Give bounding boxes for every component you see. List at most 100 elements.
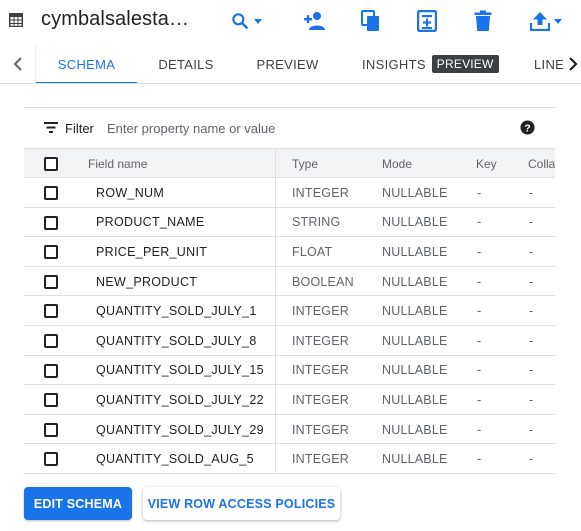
- key-cell: -: [477, 422, 482, 437]
- row-checkbox[interactable]: [44, 215, 58, 230]
- mode-cell: NULLABLE: [382, 363, 448, 378]
- share-button[interactable]: [303, 6, 327, 36]
- row-checkbox[interactable]: [44, 186, 58, 200]
- column-header-collation[interactable]: Colla: [528, 149, 555, 179]
- collation-cell: -: [529, 274, 534, 289]
- type-cell: INTEGER: [292, 185, 349, 200]
- svg-text:?: ?: [524, 123, 530, 134]
- search-dropdown-button[interactable]: [230, 6, 262, 36]
- column-divider: [275, 414, 276, 444]
- row-checkbox[interactable]: [44, 393, 58, 408]
- column-divider: [275, 296, 276, 325]
- mode-cell: NULLABLE: [382, 274, 448, 289]
- copy-button[interactable]: [361, 6, 381, 36]
- upload-icon: [530, 12, 550, 31]
- key-cell: -: [477, 244, 482, 259]
- tab-label: SCHEMA: [57, 56, 116, 72]
- collation-cell: -: [529, 244, 534, 259]
- tab-preview[interactable]: PREVIEW: [235, 44, 340, 83]
- collation-cell: -: [529, 333, 534, 348]
- row-checkbox[interactable]: [44, 452, 58, 467]
- collation-cell: -: [529, 304, 534, 319]
- type-cell: INTEGER: [292, 363, 349, 378]
- field-name-cell: QUANTITY_SOLD_JULY_22: [96, 392, 264, 407]
- field-name-cell: ROW_NUM: [96, 185, 165, 200]
- column-header-mode[interactable]: Mode: [382, 149, 412, 179]
- tab-details[interactable]: DETAILS: [137, 44, 235, 83]
- column-divider: [275, 444, 276, 473]
- mode-cell: NULLABLE: [382, 185, 448, 200]
- type-cell: INTEGER: [292, 422, 349, 437]
- column-header-field-name[interactable]: Field name: [88, 149, 147, 179]
- search-icon: [232, 13, 248, 29]
- field-name-cell: NEW_PRODUCT: [96, 274, 198, 289]
- column-divider: [275, 149, 276, 177]
- edit-schema-button[interactable]: EDIT SCHEMA: [24, 487, 132, 520]
- collation-cell: -: [529, 392, 534, 407]
- collation-cell: -: [529, 422, 534, 437]
- tab-scroll-left-button[interactable]: [0, 44, 36, 83]
- chevron-left-icon: [13, 57, 22, 71]
- type-cell: FLOAT: [292, 244, 333, 259]
- tab-insights[interactable]: INSIGHTS PREVIEW: [350, 44, 500, 83]
- table-row: ROW_NUM INTEGER NULLABLE - -: [24, 178, 555, 208]
- field-name-cell: PRODUCT_NAME: [96, 215, 205, 230]
- snapshot-button[interactable]: [417, 6, 437, 36]
- row-checkbox[interactable]: [44, 274, 58, 289]
- footer-actions: EDIT SCHEMA VIEW ROW ACCESS POLICIES: [0, 475, 581, 531]
- table-icon: [9, 13, 23, 27]
- table-title: cymbalsalesta…: [41, 8, 190, 30]
- chevron-down-icon: [254, 18, 262, 24]
- column-divider: [275, 178, 276, 207]
- column-header-type[interactable]: Type: [292, 149, 318, 179]
- field-name-cell: QUANTITY_SOLD_JULY_15: [96, 363, 264, 378]
- table-row: PRODUCT_NAME STRING NULLABLE - -: [24, 207, 555, 238]
- select-all-checkbox[interactable]: [44, 157, 58, 171]
- row-checkbox[interactable]: [44, 363, 58, 378]
- row-checkbox[interactable]: [44, 334, 58, 348]
- row-checkbox[interactable]: [44, 422, 58, 437]
- view-row-access-policies-button[interactable]: VIEW ROW ACCESS POLICIES: [143, 487, 340, 520]
- mode-cell: NULLABLE: [382, 244, 448, 259]
- copy-icon: [361, 10, 379, 31]
- tab-scroll-right-button[interactable]: [565, 44, 581, 83]
- export-dropdown-button[interactable]: [530, 6, 562, 36]
- key-cell: -: [477, 333, 482, 348]
- table-row: PRICE_PER_UNIT FLOAT NULLABLE - -: [24, 237, 555, 267]
- type-cell: INTEGER: [292, 452, 349, 467]
- chevron-right-icon: [569, 57, 578, 71]
- tab-bar: SCHEMA DETAILS PREVIEW INSIGHTS PREVIEW …: [0, 44, 581, 84]
- delete-button[interactable]: [474, 6, 492, 36]
- row-checkbox[interactable]: [44, 304, 58, 319]
- help-icon[interactable]: ?: [520, 120, 535, 135]
- field-name-cell: QUANTITY_SOLD_JULY_8: [96, 333, 257, 348]
- table-header-row: Field name Type Mode Key Colla: [24, 148, 555, 178]
- key-cell: -: [477, 452, 482, 467]
- table-row: QUANTITY_SOLD_JULY_8 INTEGER NULLABLE - -: [24, 326, 555, 356]
- column-divider: [275, 237, 276, 266]
- field-name-cell: QUANTITY_SOLD_AUG_5: [96, 452, 254, 467]
- column-divider: [275, 207, 276, 237]
- tab-schema[interactable]: SCHEMA: [36, 44, 137, 83]
- column-header-key[interactable]: Key: [476, 149, 497, 179]
- type-cell: INTEGER: [292, 392, 349, 407]
- filter-input[interactable]: [107, 116, 487, 140]
- mode-cell: NULLABLE: [382, 392, 448, 407]
- table-row: QUANTITY_SOLD_JULY_1 INTEGER NULLABLE - -: [24, 296, 555, 326]
- table-row: QUANTITY_SOLD_AUG_5 INTEGER NULLABLE - -: [24, 444, 555, 474]
- table-row: NEW_PRODUCT BOOLEAN NULLABLE - -: [24, 266, 555, 297]
- type-cell: BOOLEAN: [292, 274, 354, 289]
- column-divider: [275, 355, 276, 385]
- trash-icon: [474, 10, 492, 31]
- collation-cell: -: [529, 185, 534, 200]
- column-divider: [275, 266, 276, 296]
- column-divider: [275, 326, 276, 355]
- table-row: QUANTITY_SOLD_JULY_29 INTEGER NULLABLE - -: [24, 414, 555, 445]
- key-cell: -: [477, 215, 482, 230]
- mode-cell: NULLABLE: [382, 304, 448, 319]
- key-cell: -: [477, 274, 482, 289]
- filter-icon: [44, 122, 58, 133]
- schema-table: Field name Type Mode Key Colla ROW_NUM IN…: [24, 148, 555, 475]
- row-checkbox[interactable]: [44, 245, 58, 260]
- key-cell: -: [477, 304, 482, 319]
